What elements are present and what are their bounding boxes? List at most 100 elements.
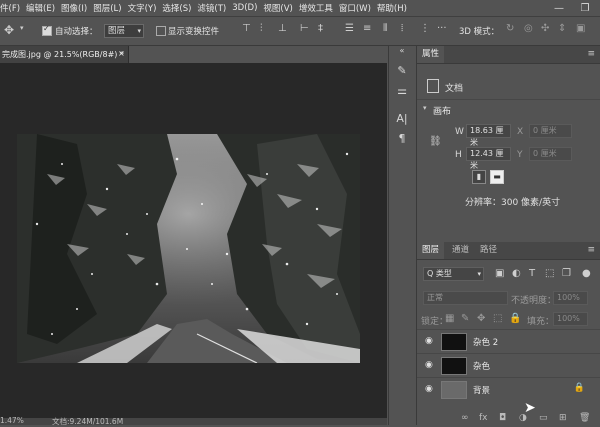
filter-toggle-icon[interactable]: ● <box>582 268 591 279</box>
align-middle-icon[interactable]: ⫶ <box>260 23 263 34</box>
layer-row[interactable]: ◉ 杂色 2 <box>417 329 600 353</box>
opacity-label: 不透明度： <box>511 296 557 306</box>
collapse-icon[interactable]: « <box>389 46 415 55</box>
chevron-down-icon[interactable]: ▾ <box>423 104 427 112</box>
document-tab-title: 完成图.jpg @ 21.5%(RGB/8#) * <box>2 50 124 59</box>
auto-select-checkbox[interactable] <box>42 24 52 36</box>
paragraph-icon[interactable]: ¶ <box>389 132 415 145</box>
x-field[interactable]: 0 厘米 <box>529 124 572 138</box>
eye-icon[interactable]: ◉ <box>425 384 433 394</box>
blend-mode-dropdown[interactable]: 正常 <box>423 291 508 305</box>
height-field[interactable]: 12.43 厘米 <box>466 147 511 170</box>
portrait-icon[interactable]: ▮ <box>472 170 486 184</box>
distribute-left-icon[interactable]: ⦀ <box>383 23 387 34</box>
new-layer-icon[interactable]: ⊞ <box>559 413 567 423</box>
fx-icon[interactable]: fx <box>479 413 488 423</box>
opacity-field[interactable]: 100% <box>553 291 588 305</box>
minimize-button[interactable]: — <box>548 0 570 16</box>
menu-plugins[interactable]: 增效工具 <box>299 2 333 14</box>
layer-row[interactable]: ◉ 杂色 <box>417 353 600 377</box>
3d-roll-icon[interactable]: ◎ <box>524 23 533 34</box>
maximize-button[interactable]: ❐ <box>574 0 596 16</box>
tab-layers[interactable]: 图层 <box>417 242 445 259</box>
lock-transparent-icon[interactable]: ▦ <box>445 313 454 324</box>
properties-panel: 属性 ≡ 文档 ▾ 画布 ⛓ W 18.63 厘米 X 0 厘米 H 12.43… <box>416 46 600 242</box>
brush-panel-icon[interactable]: ✎ <box>389 64 415 77</box>
distribute-middle-icon[interactable]: ≡ <box>363 23 371 34</box>
menu-3d[interactable]: 3D(D) <box>232 3 257 13</box>
align-left-icon[interactable]: ⊢ <box>300 23 309 34</box>
chevron-down-icon[interactable]: ▾ <box>20 24 24 32</box>
adjustments-icon[interactable]: ⚌ <box>389 84 415 97</box>
menu-view[interactable]: 视图(V) <box>263 2 292 14</box>
w-label: W <box>455 127 464 137</box>
layer-thumbnail <box>441 357 467 375</box>
layers-tab-header: 图层 通道 路径 ≡ <box>417 242 600 260</box>
trash-icon[interactable]: 🗑 <box>579 413 590 423</box>
close-tab-icon[interactable]: × <box>118 49 125 58</box>
y-field[interactable]: 0 厘米 <box>529 147 572 161</box>
3d-pan-icon[interactable]: ✣ <box>541 23 549 34</box>
lock-pixels-icon[interactable]: ✎ <box>461 313 469 324</box>
menu-layer[interactable]: 图层(L) <box>93 2 121 14</box>
width-field[interactable]: 18.63 厘米 <box>466 124 511 147</box>
auto-select-dropdown[interactable]: 图层 ▾ <box>104 24 144 38</box>
lock-position-icon[interactable]: ✥ <box>477 313 485 324</box>
menu-bar: 件(F) 编辑(E) 图像(I) 图层(L) 文字(Y) 选择(S) 滤镜(T)… <box>0 0 600 17</box>
distribute-center-icon[interactable]: ⦙ <box>401 23 403 34</box>
move-tool-icon[interactable]: ✥ <box>4 23 14 37</box>
3d-scale-icon[interactable]: ▣ <box>576 23 585 34</box>
menu-image[interactable]: 图像(I) <box>61 2 87 14</box>
filter-type-icon[interactable]: T <box>529 268 535 279</box>
3d-slide-icon[interactable]: ⇕ <box>558 23 566 34</box>
adjustment-layer-icon[interactable]: ◑ <box>519 413 527 423</box>
menu-file[interactable]: 件(F) <box>0 2 20 14</box>
link-icon[interactable]: ⛓ <box>429 136 442 147</box>
lock-all-icon[interactable]: 🔒 <box>509 313 521 324</box>
menu-edit[interactable]: 编辑(E) <box>26 2 55 14</box>
auto-select-label: 自动选择： <box>55 27 98 37</box>
eye-icon[interactable]: ◉ <box>425 336 433 346</box>
link-layers-icon[interactable]: ∞ <box>461 413 469 423</box>
menu-filter[interactable]: 滤镜(T) <box>197 2 226 14</box>
tab-channels[interactable]: 通道 <box>447 242 474 259</box>
eye-icon[interactable]: ◉ <box>425 360 433 370</box>
doc-size: 文档:9.24M/101.6M <box>52 417 124 426</box>
tab-paths[interactable]: 路径 <box>475 242 502 259</box>
align-bottom-icon[interactable]: ⊥ <box>278 23 287 34</box>
document-tab[interactable]: 完成图.jpg @ 21.5%(RGB/8#) * × <box>0 46 129 63</box>
canvas-image[interactable] <box>17 134 360 363</box>
panel-menu-icon[interactable]: ≡ <box>587 49 595 59</box>
distribute-right-icon[interactable]: ⋮ <box>420 23 430 34</box>
distribute-top-icon[interactable]: ☰ <box>345 23 354 34</box>
tab-properties[interactable]: 属性 <box>417 46 445 63</box>
menu-help[interactable]: 帮助(H) <box>377 2 407 14</box>
filter-adjustment-icon[interactable]: ◐ <box>512 268 521 279</box>
more-options-icon[interactable]: ··· <box>437 23 447 34</box>
fill-field[interactable]: 100% <box>553 312 588 326</box>
filter-smart-icon[interactable]: ❐ <box>562 268 571 279</box>
3d-rotate-icon[interactable]: ↻ <box>506 23 514 34</box>
divider <box>417 99 600 100</box>
lock-artboard-icon[interactable]: ⬚ <box>493 313 502 324</box>
menu-select[interactable]: 选择(S) <box>162 2 191 14</box>
landscape-icon[interactable]: ▬ <box>490 170 504 184</box>
align-center-icon[interactable]: ‡ <box>318 23 323 34</box>
layer-thumbnail <box>441 333 467 351</box>
group-icon[interactable]: ▭ <box>539 413 548 423</box>
layers-panel: 图层 通道 路径 ≡ Q 类型 ▾ ▣ ◐ T ⬚ ❐ ● 正常 不透明度： 1… <box>416 242 600 425</box>
filter-shape-icon[interactable]: ⬚ <box>545 268 554 279</box>
status-bar: 1.47% 文档:9.24M/101.6M <box>0 416 387 426</box>
kind-filter-dropdown[interactable]: Q 类型 ▾ <box>423 267 484 281</box>
show-transform-checkbox[interactable] <box>156 26 166 36</box>
menu-type[interactable]: 文字(Y) <box>128 2 157 14</box>
document-icon <box>427 79 439 93</box>
character-icon[interactable]: A| <box>389 112 415 125</box>
filter-pixel-icon[interactable]: ▣ <box>495 268 504 279</box>
align-top-icon[interactable]: ⊤ <box>242 23 251 34</box>
layer-row[interactable]: ◉ 背景 🔒 <box>417 377 600 401</box>
menu-window[interactable]: 窗口(W) <box>339 2 371 14</box>
panel-menu-icon[interactable]: ≡ <box>587 245 595 255</box>
lock-icon: 🔒 <box>573 383 585 393</box>
mask-icon[interactable]: ◘ <box>499 413 506 423</box>
